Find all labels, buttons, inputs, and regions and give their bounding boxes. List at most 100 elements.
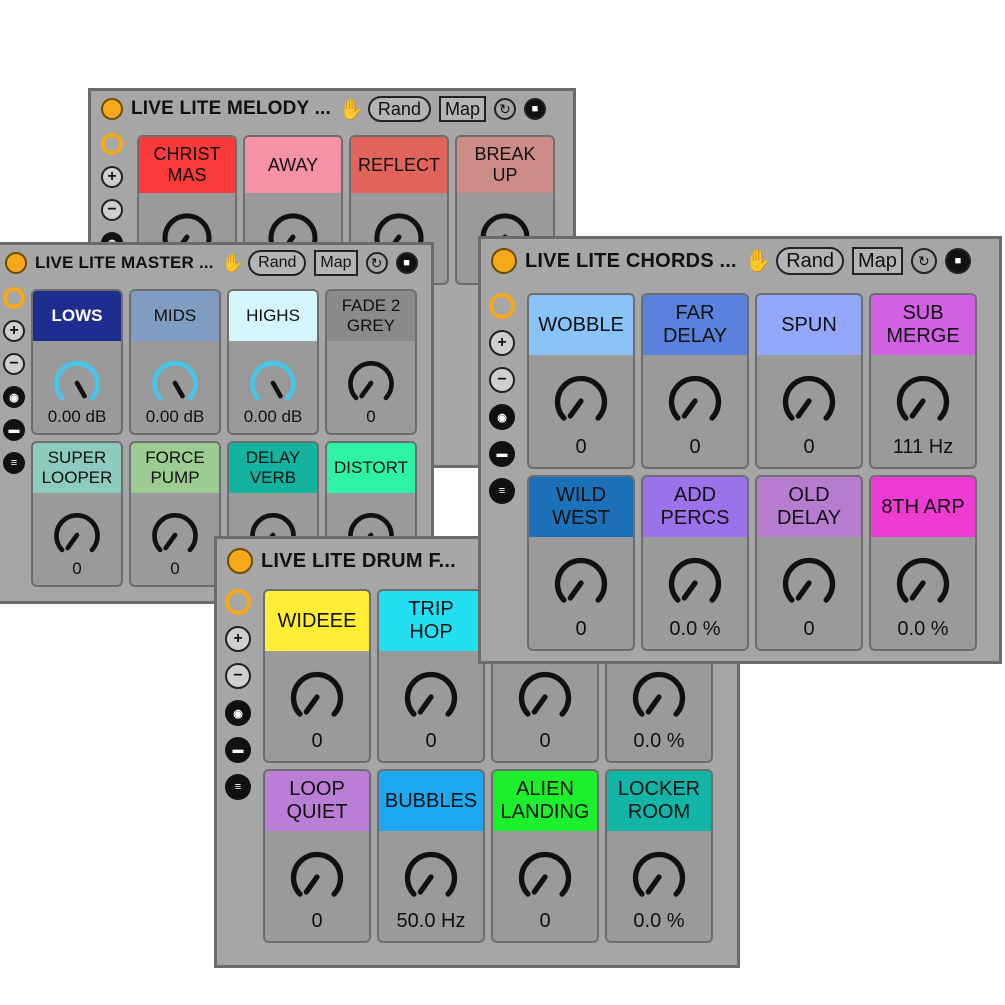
- macro-cell[interactable]: LOOP QUIET 0: [263, 769, 371, 943]
- plus-icon[interactable]: +: [3, 320, 25, 342]
- knob[interactable]: [777, 551, 841, 615]
- macro-cell[interactable]: LOWS 0.00 dB: [31, 289, 123, 435]
- swirl-icon[interactable]: [489, 293, 515, 319]
- minus-icon[interactable]: −: [3, 353, 25, 375]
- macro-value: 0: [575, 436, 587, 458]
- minus-icon[interactable]: −: [101, 199, 123, 221]
- save-icon[interactable]: ■: [395, 252, 418, 274]
- macro-cell[interactable]: WOBBLE 0: [527, 293, 635, 469]
- macro-value: 0: [311, 910, 323, 932]
- macro-cell[interactable]: SUPER LOOPER 0: [31, 441, 123, 587]
- knob[interactable]: [49, 507, 105, 563]
- macro-cell[interactable]: FORCE PUMP 0: [129, 441, 221, 587]
- swirl-icon[interactable]: [3, 287, 25, 309]
- knob[interactable]: [285, 665, 349, 729]
- list-icon[interactable]: ≡: [3, 452, 25, 474]
- macro-cell[interactable]: HIGHS 0.00 dB: [227, 289, 319, 435]
- rand-button[interactable]: Rand: [776, 247, 845, 275]
- macro-value: 0.00 dB: [243, 407, 303, 426]
- macro-cell[interactable]: BUBBLES 50.0 Hz: [377, 769, 485, 943]
- device-title: LIVE LITE MELODY ...: [131, 98, 332, 119]
- macro-cell[interactable]: FADE 2 GREY 0: [325, 289, 417, 435]
- macro-cell[interactable]: OLD DELAY 0: [755, 475, 863, 651]
- power-icon[interactable]: [227, 548, 253, 574]
- plus-icon[interactable]: +: [489, 330, 515, 356]
- macro-cell[interactable]: SUB MERGE 111 Hz: [869, 293, 977, 469]
- power-icon[interactable]: [491, 248, 517, 274]
- macro-value: 111 Hz: [892, 436, 954, 458]
- plus-icon[interactable]: +: [101, 166, 123, 188]
- map-button[interactable]: Map: [438, 96, 486, 122]
- knob[interactable]: [343, 355, 399, 411]
- knob[interactable]: [777, 369, 841, 433]
- knob[interactable]: [549, 551, 613, 615]
- knob[interactable]: [663, 551, 727, 615]
- macro-cell[interactable]: WIDEEE 0: [263, 589, 371, 763]
- macro-cell[interactable]: MIDS 0.00 dB: [129, 289, 221, 435]
- camera-icon[interactable]: ◉: [489, 404, 515, 430]
- plus-icon[interactable]: +: [225, 626, 251, 652]
- power-icon[interactable]: [5, 252, 27, 274]
- macro-cell[interactable]: WILD WEST 0: [527, 475, 635, 651]
- list-icon[interactable]: ≡: [489, 478, 515, 504]
- hand-icon[interactable]: ✋: [222, 253, 244, 274]
- knob[interactable]: [399, 845, 463, 909]
- save-icon[interactable]: ■: [523, 98, 546, 120]
- sync-icon[interactable]: ↻: [910, 248, 937, 274]
- knob[interactable]: [891, 369, 955, 433]
- knob[interactable]: [49, 355, 105, 411]
- knob[interactable]: [399, 665, 463, 729]
- list-icon[interactable]: ≡: [225, 774, 251, 800]
- rand-button[interactable]: Rand: [248, 250, 307, 276]
- knob[interactable]: [147, 507, 203, 563]
- macro-cell[interactable]: SPUN 0: [755, 293, 863, 469]
- knob[interactable]: [513, 845, 577, 909]
- knob[interactable]: [891, 551, 955, 615]
- minus-icon[interactable]: −: [225, 663, 251, 689]
- macro-label: WILD WEST: [529, 477, 633, 537]
- camera-icon[interactable]: ◉: [225, 700, 251, 726]
- rect-icon[interactable]: ▬: [225, 737, 251, 763]
- knob[interactable]: [627, 665, 691, 729]
- rect-icon[interactable]: ▬: [489, 441, 515, 467]
- map-button[interactable]: Map: [852, 247, 903, 275]
- macro-label: SUB MERGE: [871, 295, 975, 355]
- macro-label: FADE 2 GREY: [327, 291, 415, 341]
- rect-icon[interactable]: ▬: [3, 419, 25, 441]
- sync-icon[interactable]: ↻: [365, 252, 388, 274]
- knob[interactable]: [245, 355, 301, 411]
- minus-icon[interactable]: −: [489, 367, 515, 393]
- macro-cell[interactable]: ALIEN LANDING 0: [491, 769, 599, 943]
- knob[interactable]: [513, 665, 577, 729]
- macro-value: 0: [311, 730, 323, 752]
- macro-value: 0: [539, 910, 551, 932]
- knob[interactable]: [549, 369, 613, 433]
- macro-value: 0: [803, 436, 815, 458]
- knob[interactable]: [147, 355, 203, 411]
- sync-icon[interactable]: ↻: [493, 98, 516, 120]
- swirl-icon[interactable]: [225, 589, 251, 615]
- map-button[interactable]: Map: [314, 250, 358, 276]
- macro-label: 8TH ARP: [871, 477, 975, 537]
- save-icon[interactable]: ■: [944, 248, 971, 274]
- macro-cell[interactable]: ADD PERCS 0.0 %: [641, 475, 749, 651]
- macro-cell[interactable]: TRIP HOP 0: [377, 589, 485, 763]
- device-title: LIVE LITE DRUM F...: [261, 549, 456, 572]
- macro-cell[interactable]: 8TH ARP 0.0 %: [869, 475, 977, 651]
- knob[interactable]: [663, 369, 727, 433]
- device-title: LIVE LITE MASTER ...: [35, 253, 214, 272]
- knob[interactable]: [285, 845, 349, 909]
- knob[interactable]: [627, 845, 691, 909]
- macro-label: CHRIST MAS: [139, 137, 235, 193]
- macro-label: AWAY: [245, 137, 341, 193]
- macro-cell[interactable]: LOCKER ROOM 0.0 %: [605, 769, 713, 943]
- hand-icon[interactable]: ✋: [339, 97, 364, 122]
- rand-button[interactable]: Rand: [367, 96, 431, 122]
- macro-cell[interactable]: FAR DELAY 0: [641, 293, 749, 469]
- camera-icon[interactable]: ◉: [3, 386, 25, 408]
- macro-label: WOBBLE: [529, 295, 633, 355]
- hand-icon[interactable]: ✋: [745, 248, 772, 274]
- power-icon[interactable]: [101, 98, 123, 120]
- swirl-icon[interactable]: [101, 133, 123, 155]
- macro-label: LOOP QUIET: [265, 771, 369, 831]
